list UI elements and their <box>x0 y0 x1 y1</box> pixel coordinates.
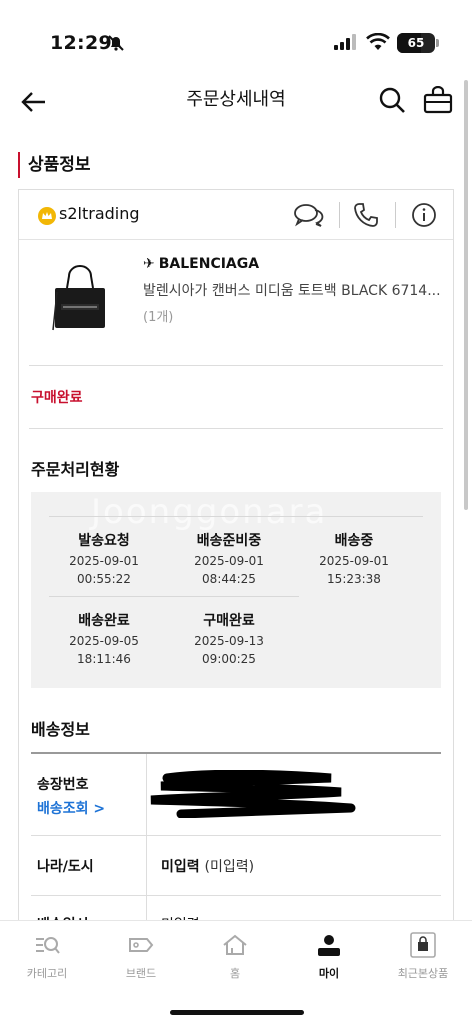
tag-icon <box>129 938 154 952</box>
brand-label: BALENCIAGA <box>158 256 260 272</box>
tab-brand[interactable]: 브랜드 <box>94 931 188 981</box>
timeline-divider <box>49 596 299 597</box>
wifi-icon <box>366 33 390 50</box>
tab-my[interactable]: 마이 <box>282 931 376 981</box>
bell-slash-icon <box>108 35 124 51</box>
seller-name[interactable]: s2ltrading <box>59 204 140 223</box>
timeline-step: 배송준비중 2025-09-01 08:44:25 <box>166 530 292 586</box>
divider <box>395 202 396 228</box>
shipping-title: 배송정보 <box>31 720 90 739</box>
country-value-main: 미입력 <box>161 859 200 875</box>
product-item[interactable]: ✈ BALENCIAGA 발렌시아가 캔버스 미디움 토트백 BLACK 6714… <box>29 240 443 366</box>
shipping-row-country: 나라/도시 미입력 (미입력) <box>31 836 441 896</box>
battery-icon: 65 <box>397 33 435 53</box>
shipping-table: 송장번호 배송조회 > 나라/도시 미입력 (미입력) 배송일시 미입력 <box>31 754 441 946</box>
timeline-step: 배송중 2025-09-01 15:23:38 <box>291 530 417 586</box>
phone-icon[interactable] <box>353 202 379 228</box>
step-label: 발송요청 <box>78 533 130 549</box>
invoice-label: 송장번호 <box>37 777 89 793</box>
scrollbar[interactable] <box>464 80 468 510</box>
divider <box>339 202 340 228</box>
timeline-step: 발송요청 2025-09-01 00:55:22 <box>41 530 167 586</box>
product-thumbnail[interactable] <box>49 258 111 346</box>
product-brand: ✈ BALENCIAGA <box>143 256 259 272</box>
status-time: 12:29 <box>50 32 112 54</box>
order-status: 구매완료 <box>31 390 83 406</box>
step-time: 18:11:46 <box>77 652 131 666</box>
seller-row: s2ltrading <box>19 190 453 240</box>
tab-label: 카테고리 <box>26 967 68 980</box>
timeline-step: 배송완료 2025-09-05 18:11:46 <box>41 610 167 666</box>
crown-badge-icon <box>38 207 56 225</box>
tab-home[interactable]: 홈 <box>188 931 282 981</box>
watermark: Joonggonara <box>91 492 328 532</box>
track-shipment-link[interactable]: 배송조회 > <box>37 798 105 818</box>
country-value-note: (미입력) <box>204 859 255 875</box>
status-bar: 12:29 65 <box>0 0 472 76</box>
home-icon <box>223 934 247 955</box>
timeline-step: 구매완료 2025-09-13 09:00:25 <box>166 610 292 666</box>
row-label-cell: 나라/도시 <box>31 836 147 895</box>
tab-label: 홈 <box>229 967 241 980</box>
step-label: 배송완료 <box>78 613 130 629</box>
tab-label: 브랜드 <box>125 967 157 980</box>
step-time: 08:44:25 <box>202 572 256 586</box>
bottom-tab-bar: 카테고리 브랜드 홈 마이 최근본상품 <box>0 920 472 1024</box>
step-time: 15:23:38 <box>327 572 381 586</box>
shipping-row-invoice: 송장번호 배송조회 > <box>31 754 441 836</box>
user-icon <box>318 935 340 956</box>
chat-icon[interactable] <box>293 202 325 228</box>
section-title-product: 상품정보 <box>18 152 91 178</box>
order-status-row: 구매완료 <box>29 366 443 429</box>
tab-label: 최근본상품 <box>397 967 449 980</box>
country-value: 미입력 (미입력) <box>161 856 254 876</box>
recent-product-icon <box>410 932 436 958</box>
home-indicator <box>170 1010 304 1015</box>
cellular-signal-icon <box>334 34 356 50</box>
step-date: 2025-09-13 <box>194 634 264 648</box>
product-quantity: (1개) <box>143 310 174 325</box>
step-label: 배송준비중 <box>196 533 262 549</box>
processing-title: 주문처리현황 <box>31 460 120 479</box>
timeline-divider <box>49 516 423 517</box>
row-label-cell: 송장번호 배송조회 > <box>31 754 147 835</box>
airplane-icon: ✈ <box>143 256 155 272</box>
product-name: 발렌시아가 캔버스 미디움 토트백 BLACK 6714... <box>143 283 441 299</box>
step-date: 2025-09-05 <box>69 634 139 648</box>
step-time: 09:00:25 <box>202 652 256 666</box>
order-card: s2ltrading ✈BALENCIAGA 발렌시아가 캔버스 미디움 토트 <box>18 189 454 946</box>
category-search-icon <box>36 937 60 954</box>
redaction-scribble <box>150 770 352 818</box>
step-label: 배송중 <box>334 533 374 549</box>
step-date: 2025-09-01 <box>319 554 389 568</box>
step-label: 구매완료 <box>203 613 255 629</box>
shopping-bag-icon[interactable] <box>423 86 453 114</box>
tab-label: 마이 <box>318 967 340 980</box>
step-time: 00:55:22 <box>77 572 131 586</box>
app-header: 주문상세내역 <box>0 76 472 128</box>
tab-recent[interactable]: 최근본상품 <box>376 931 470 981</box>
battery-cap <box>436 39 439 47</box>
country-label: 나라/도시 <box>37 859 94 875</box>
step-date: 2025-09-01 <box>69 554 139 568</box>
tab-category[interactable]: 카테고리 <box>0 931 94 981</box>
battery-level: 65 <box>407 36 425 50</box>
info-icon[interactable] <box>411 202 437 228</box>
step-date: 2025-09-01 <box>194 554 264 568</box>
search-icon[interactable] <box>378 86 406 114</box>
order-timeline: Joonggonara 발송요청 2025-09-01 00:55:22 배송준… <box>31 492 441 688</box>
